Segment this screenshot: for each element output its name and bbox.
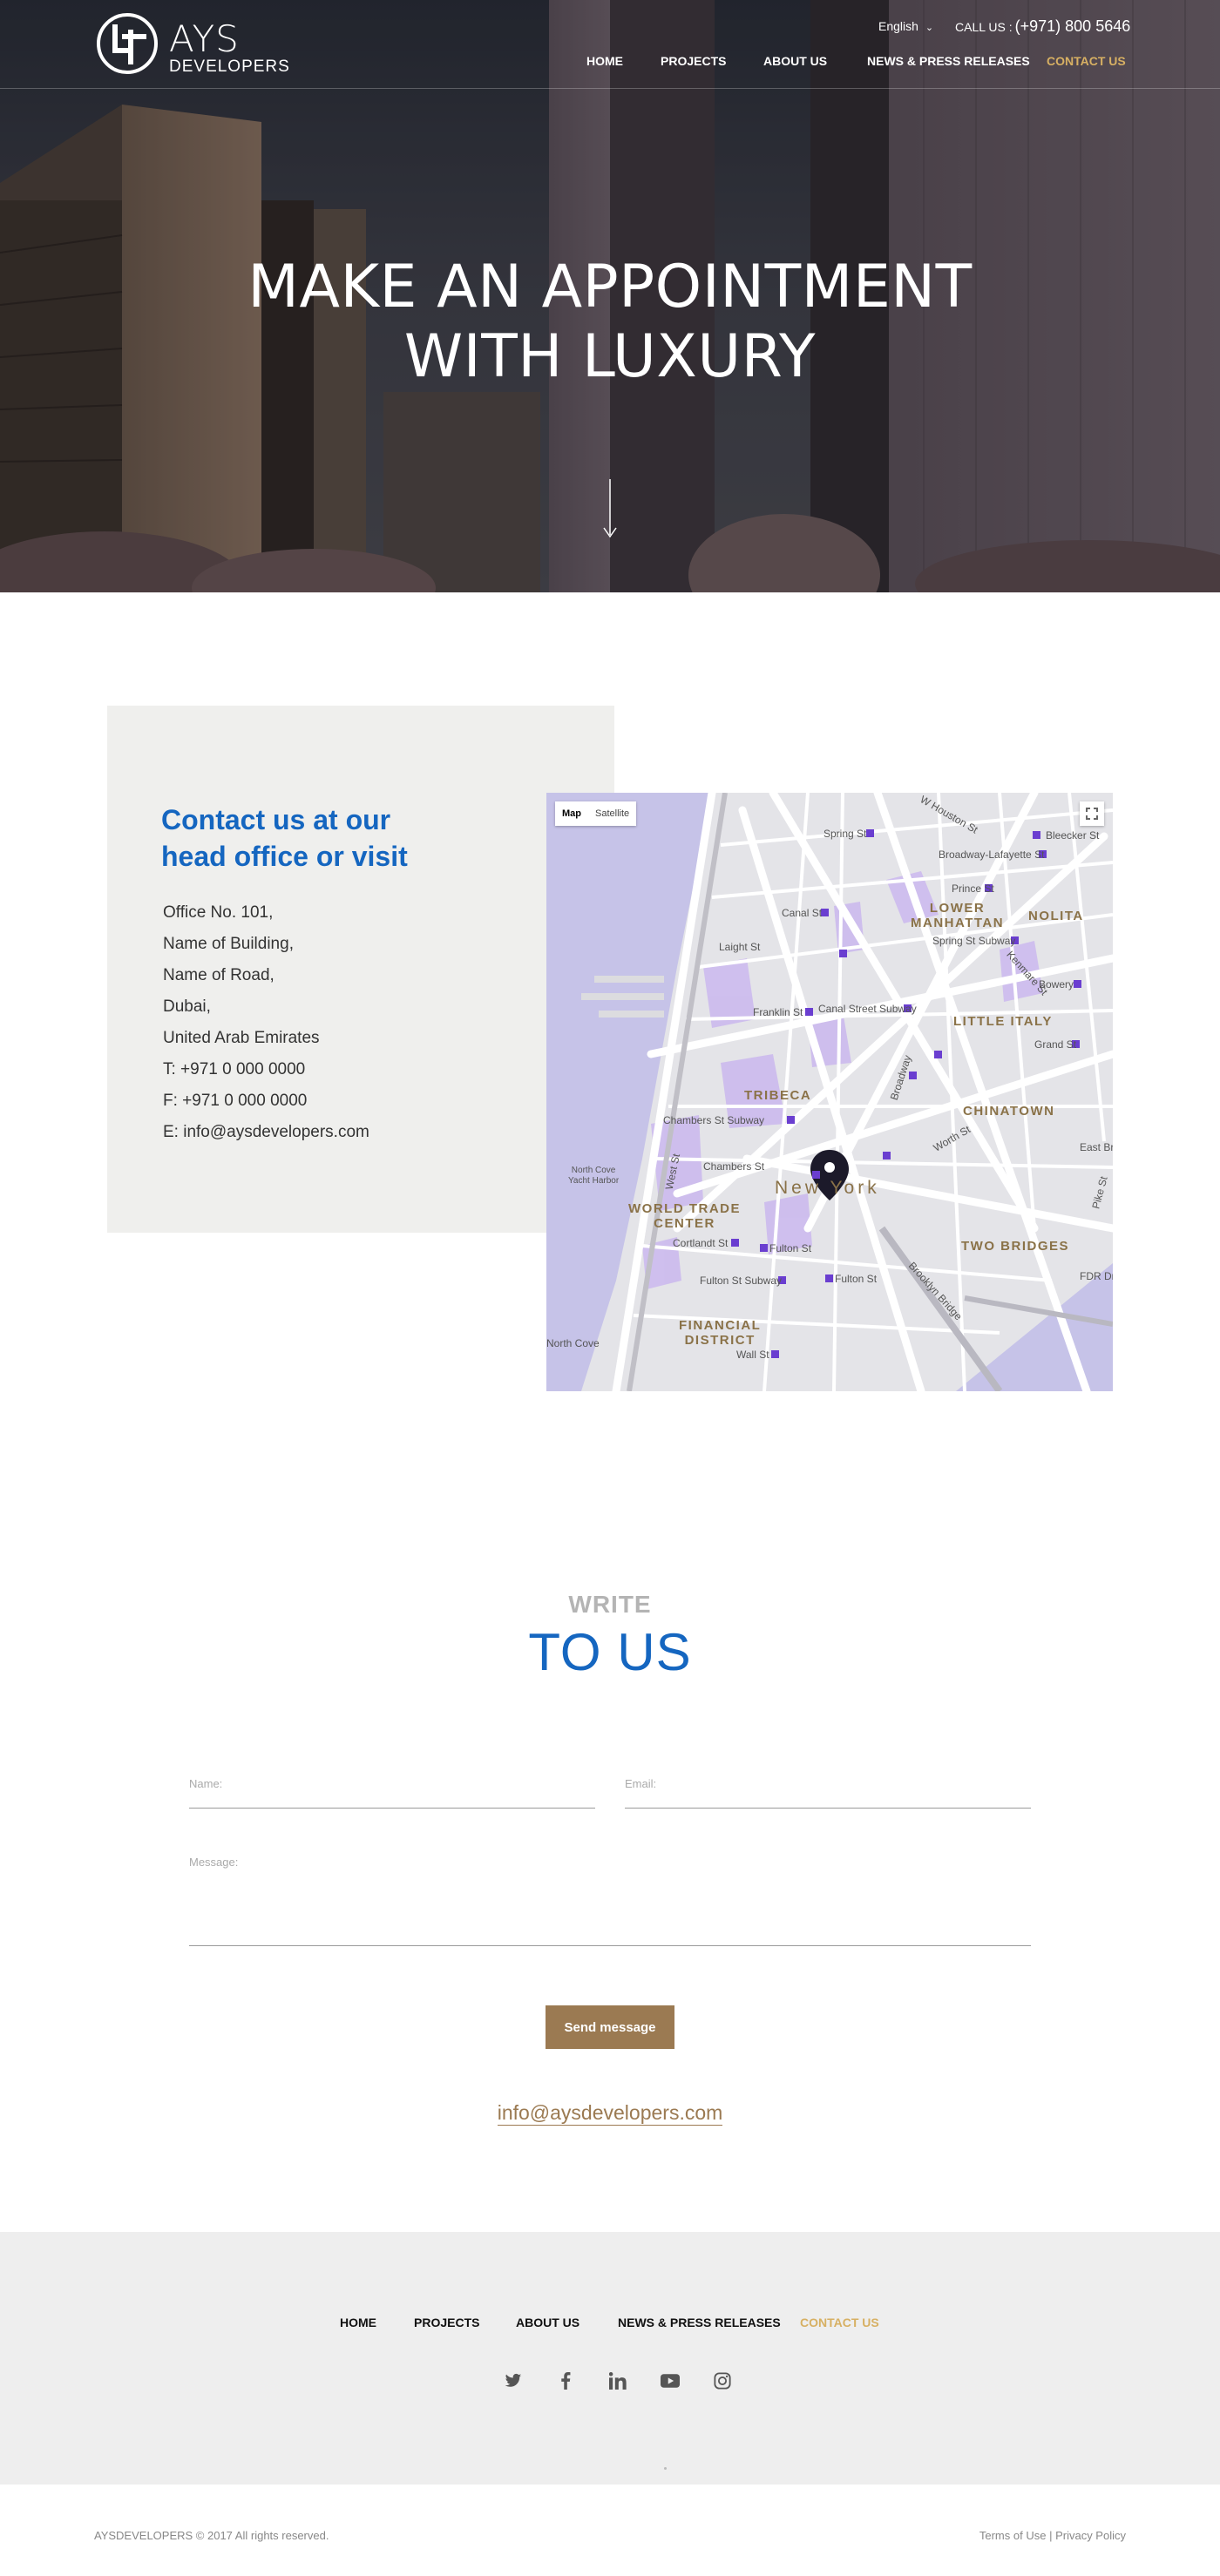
main-nav: HOME PROJECTS ABOUT US NEWS & PRESS RELE…	[0, 54, 1220, 71]
map-street: Fulton St Subway	[700, 1274, 783, 1287]
scroll-down-arrow-icon[interactable]	[601, 479, 619, 540]
map-label-lower-manhattan: LOWER MANHATTAN	[911, 901, 1005, 930]
footer-nav-contact-us[interactable]: CONTACT US	[800, 2316, 879, 2329]
footer-nav-news-press[interactable]: NEWS & PRESS RELEASES	[618, 2316, 781, 2329]
email-field[interactable]: Email:	[625, 1777, 1031, 1809]
chevron-down-icon: ⌄	[925, 23, 934, 33]
hero-title: MAKE AN APPOINTMENT WITH LUXURY	[218, 253, 1002, 392]
map-label-tribeca: TRIBECA	[744, 1088, 812, 1103]
hero-title-line-2: WITH LUXURY	[403, 322, 817, 391]
map-street: Laight St	[719, 941, 761, 953]
email-field-label: Email:	[625, 1777, 657, 1790]
address-line: Name of Road,	[163, 966, 274, 984]
map-label-chinatown: CHINATOWN	[963, 1104, 1055, 1119]
language-selector[interactable]: English ⌄	[878, 19, 933, 33]
email-link-wrap: info@aysdevelopers.com	[0, 2101, 1220, 2126]
fax-line: F: +971 0 000 0000	[163, 1092, 308, 1110]
map-label-two-bridges: TWO BRIDGES	[961, 1239, 1069, 1254]
fullscreen-icon	[1086, 808, 1098, 820]
map-fullscreen-button[interactable]	[1080, 801, 1104, 826]
send-message-button[interactable]: Send message	[546, 2005, 674, 2049]
google-map[interactable]: Map Satellite LOWER MANHATTAN NOLITA LITT…	[546, 793, 1113, 1391]
map-street: East Bro	[1080, 1141, 1113, 1153]
call-us-label: CALL US :	[955, 20, 1013, 34]
map-street: Fulton St	[769, 1242, 812, 1254]
linkedin-icon[interactable]	[607, 2370, 629, 2392]
map-street: North Cove	[546, 1337, 600, 1349]
footer-dot	[664, 2467, 667, 2470]
map-street: Canal St	[782, 907, 823, 919]
map-label-nolita: NOLITA	[1028, 909, 1084, 923]
hero-section: AYS DEVELOPERS English ⌄ CALL US : (+971) …	[0, 0, 1220, 592]
instagram-icon[interactable]	[711, 2370, 734, 2392]
map-street: Fulton St	[835, 1273, 878, 1285]
name-field[interactable]: Name:	[189, 1777, 595, 1809]
nav-news-press[interactable]: NEWS & PRESS RELEASES	[867, 54, 1030, 68]
email-line[interactable]: E: info@aysdevelopers.com	[163, 1117, 451, 1148]
map-street: Spring St	[824, 828, 867, 840]
map-street: Chambers St	[703, 1160, 765, 1173]
footer-nav-about-us[interactable]: ABOUT US	[516, 2316, 580, 2329]
map-label-world-trade-center: WORLD TRADE CENTER	[628, 1201, 741, 1231]
language-label: English	[878, 19, 918, 33]
nav-projects[interactable]: PROJECTS	[661, 54, 726, 68]
name-field-label: Name:	[189, 1777, 223, 1790]
address-line: Dubai,	[163, 997, 211, 1016]
legal-separator: |	[1049, 2529, 1053, 2542]
map-tiles	[546, 793, 1113, 1391]
telephone-line: T: +971 0 000 0000	[163, 1060, 306, 1078]
footer-nav-home[interactable]: HOME	[340, 2316, 376, 2329]
legal-links: Terms of Use | Privacy Policy	[979, 2529, 1126, 2542]
email-link[interactable]: info@aysdevelopers.com	[497, 2101, 723, 2126]
footer	[0, 2232, 1220, 2485]
top-bar: AYS DEVELOPERS English ⌄ CALL US : (+971) …	[0, 0, 1220, 89]
map-street: Spring St Subway	[932, 935, 1016, 947]
map-street: Canal Street Subway	[818, 1003, 917, 1015]
map-street: Chambers St Subway	[663, 1114, 765, 1126]
map-label-financial-district: FINANCIAL DISTRICT	[679, 1318, 762, 1348]
map-street: Grand St	[1034, 1038, 1077, 1051]
nav-contact-us[interactable]: CONTACT US	[1047, 54, 1126, 68]
twitter-icon[interactable]	[502, 2370, 525, 2392]
map-street-north-cove-harbor: North Cove Yacht Harbor	[568, 1166, 620, 1186]
phone-number[interactable]: (+971) 800 5646	[1015, 17, 1131, 35]
nav-home[interactable]: HOME	[586, 54, 623, 68]
map-street: Prince St	[952, 882, 994, 895]
hero-title-line-1: MAKE AN APPOINTMENT	[247, 253, 973, 321]
message-textarea[interactable]	[189, 1873, 1031, 1943]
call-us: CALL US : (+971) 800 5646	[955, 17, 1130, 36]
address-line: Name of Building,	[163, 935, 294, 953]
message-field[interactable]: Message:	[189, 1856, 1031, 1946]
map-label-city: New York	[775, 1178, 880, 1198]
address-line: Office No. 101,	[163, 903, 274, 922]
privacy-policy-link[interactable]: Privacy Policy	[1055, 2529, 1126, 2542]
write-small-heading: WRITE	[568, 1591, 652, 1618]
message-field-label: Message:	[189, 1856, 239, 1869]
map-type-satellite[interactable]: Satellite	[588, 801, 636, 826]
facebook-icon[interactable]	[554, 2370, 577, 2392]
footer-nav-projects[interactable]: PROJECTS	[414, 2316, 479, 2329]
address-line: United Arab Emirates	[163, 1029, 320, 1047]
map-type-toggle: Map Satellite	[555, 801, 637, 826]
email-input[interactable]	[625, 1795, 1031, 1809]
map-street: Bleecker St	[1046, 829, 1100, 842]
map-street: Broadway-Lafayette St	[939, 849, 1045, 861]
contact-heading: Contact us at our head office or visit	[161, 801, 449, 875]
write-big-heading: TO US	[528, 1623, 692, 1681]
map-street: Franklin St	[753, 1006, 803, 1018]
map-street: Wall St	[736, 1349, 769, 1361]
nav-about-us[interactable]: ABOUT US	[763, 54, 827, 68]
youtube-icon[interactable]	[659, 2370, 681, 2392]
contact-heading-line-2: head office or visit	[161, 841, 408, 872]
copyright-text: AYSDEVELOPERS © 2017 All rights reserved…	[94, 2529, 329, 2542]
contact-heading-line-1: Contact us at our	[161, 804, 391, 835]
map-street: FDR Dr	[1080, 1270, 1113, 1282]
terms-of-use-link[interactable]: Terms of Use	[979, 2529, 1047, 2542]
address-block: Office No. 101, Name of Building, Name o…	[163, 897, 451, 1148]
map-street: Cortlandt St	[673, 1237, 729, 1249]
map-label-little-italy: LITTLE ITALY	[953, 1014, 1053, 1029]
name-input[interactable]	[189, 1795, 595, 1809]
map-type-map[interactable]: Map	[555, 801, 588, 826]
